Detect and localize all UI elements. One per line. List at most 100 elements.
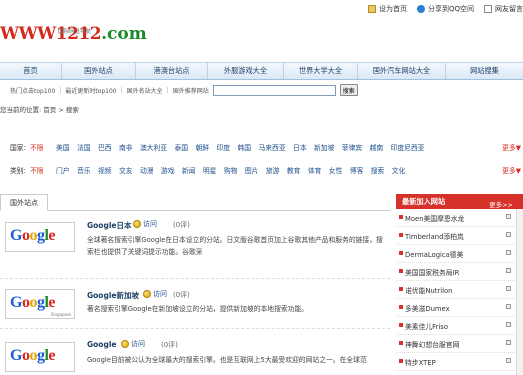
category-option[interactable]: 文化	[392, 165, 406, 175]
main-nav: 首页 国外站点 港澳台站点 外服游戏大全 世界大学大全 国外汽车网站大全 网站搜…	[0, 62, 523, 80]
country-option[interactable]: 澳大利亚	[140, 142, 167, 152]
category-option[interactable]: 视频	[98, 165, 112, 175]
globe-icon	[133, 220, 141, 228]
bullet-icon	[399, 305, 403, 309]
country-option[interactable]: 韩国	[237, 142, 251, 152]
recent-top100-link[interactable]: 最近更新时top100	[65, 86, 116, 95]
sidebar-item[interactable]: 美素佳儿Friso	[396, 317, 523, 335]
nav-item-foreign-cars[interactable]: 国外汽车网站大全	[358, 63, 446, 79]
share-qq-label: 分享到QQ空间	[427, 5, 474, 13]
sidebar-item[interactable]: 美国国家税务局IR	[396, 263, 523, 281]
category-option[interactable]: 明星	[203, 165, 217, 175]
country-option[interactable]: 朝鲜	[196, 142, 210, 152]
entry-title[interactable]: Google新加坡	[87, 290, 139, 301]
sidebar-item[interactable]: 诺优能Nutrilon	[396, 281, 523, 299]
country-more-button[interactable]: 更多▼	[502, 142, 521, 152]
category-option[interactable]: 旅游	[266, 165, 280, 175]
bullet-icon	[399, 323, 403, 327]
checkbox-icon	[506, 340, 511, 345]
google-logo[interactable]: Google	[5, 222, 75, 252]
google-logo[interactable]: Google	[5, 342, 75, 372]
sidebar-item[interactable]: 神舞幻想台服官网	[396, 335, 523, 353]
country-nolimit[interactable]: 不限	[30, 142, 50, 152]
search-input[interactable]	[212, 84, 336, 96]
category-option[interactable]: 女性	[329, 165, 343, 175]
sidebar-item[interactable]: 特步XTEP	[396, 353, 523, 371]
country-option[interactable]: 新加坡	[314, 142, 334, 152]
category-option[interactable]: 教育	[287, 165, 301, 175]
category-option[interactable]: 交友	[119, 165, 133, 175]
country-option[interactable]: 越南	[370, 142, 384, 152]
sidebar-item[interactable]: Timberland添柏岚	[396, 227, 523, 245]
list-item: Google Google 访问 (0评) Google目前被公认为全球最大的搜…	[0, 336, 390, 375]
category-option[interactable]: 图片	[245, 165, 259, 175]
checkbox-icon	[506, 304, 511, 309]
sidebar-scrollbar[interactable]	[516, 209, 523, 375]
nav-item-foreign-sites[interactable]: 国外站点	[62, 63, 136, 79]
sidebar-item[interactable]: DermaLogica德美	[396, 245, 523, 263]
search-button[interactable]: 搜索	[339, 84, 358, 96]
review-count: (0评)	[173, 221, 190, 229]
sidebar-more-link[interactable]: 更多>>	[489, 199, 513, 209]
list-item: Google Google日本 访问 (0评) 全球著名搜索引擎Google在日…	[0, 216, 390, 272]
checkbox-icon	[506, 358, 511, 363]
globe-icon	[121, 340, 129, 348]
category-option[interactable]: 博客	[350, 165, 364, 175]
entry-title[interactable]: Google	[87, 340, 117, 349]
review-count: (0评)	[161, 341, 178, 349]
sidebar-item[interactable]: Moen美国摩恩水龙	[396, 209, 523, 227]
set-homepage-link[interactable]: 设为首页	[367, 4, 407, 14]
category-option[interactable]: 门户	[56, 165, 70, 175]
home-icon	[367, 5, 376, 13]
nav-item-hk-macau-tw[interactable]: 港澳台站点	[136, 63, 208, 79]
country-option[interactable]: 马来西亚	[258, 142, 285, 152]
sidebar-item[interactable]: 多美滋Dumex	[396, 299, 523, 317]
category-option[interactable]: 购物	[224, 165, 238, 175]
country-option[interactable]: 法国	[77, 142, 91, 152]
sub-bar: 热门点击top100 | 最近更新时top100 | 国外名站大全 | 国外推荐…	[0, 82, 523, 98]
country-option[interactable]: 印度尼西亚	[391, 142, 425, 152]
tab-foreign-sites[interactable]: 国外站点	[0, 194, 48, 211]
checkbox-icon	[506, 286, 511, 291]
message-link[interactable]: 网友留言	[484, 4, 523, 14]
visit-link[interactable]: 访问	[133, 219, 157, 229]
category-option[interactable]: 体育	[308, 165, 322, 175]
category-option[interactable]: 新闻	[182, 165, 196, 175]
nav-item-site-collect[interactable]: 网站搜集	[446, 63, 523, 79]
category-filter-label: 类别:	[10, 167, 26, 175]
country-option[interactable]: 印度	[216, 142, 230, 152]
content-tab-row: 国外站点	[0, 194, 390, 211]
country-option[interactable]: 美国	[56, 142, 70, 152]
entry-description: 全球著名搜索引擎Google在日本设立的分站。日文版谷歌首页加上谷歌其他产品和服…	[87, 236, 383, 256]
logo-subtitle: 国际网址导航	[58, 29, 92, 35]
site-logo[interactable]: WWW1212.com 国际网址导航	[0, 24, 147, 54]
logo-suffix: .com	[101, 24, 147, 44]
country-option[interactable]: 巴西	[98, 142, 112, 152]
bullet-icon	[399, 215, 403, 219]
entry-title[interactable]: Google日本	[87, 220, 132, 231]
category-option[interactable]: 动漫	[140, 165, 154, 175]
bullet-icon	[399, 233, 403, 237]
nav-item-home[interactable]: 首页	[0, 63, 62, 79]
visit-link[interactable]: 访问	[143, 289, 167, 299]
checkbox-icon	[506, 250, 511, 255]
category-option[interactable]: 搜索	[371, 165, 385, 175]
google-logo[interactable]: Google Singapore	[5, 289, 75, 319]
country-option[interactable]: 日本	[293, 142, 307, 152]
country-option[interactable]: 泰国	[175, 142, 189, 152]
bullet-icon	[399, 269, 403, 273]
category-nolimit[interactable]: 不限	[30, 165, 50, 175]
nav-item-world-universities[interactable]: 世界大学大全	[284, 63, 358, 79]
category-option[interactable]: 音乐	[77, 165, 91, 175]
checkbox-icon	[506, 232, 511, 237]
category-option[interactable]: 游戏	[161, 165, 175, 175]
visit-link[interactable]: 访问	[121, 339, 145, 349]
share-qq-link[interactable]: 分享到QQ空间	[416, 4, 474, 14]
recommended-sites-link[interactable]: 国外推荐网站	[173, 86, 209, 95]
nav-item-foreign-games[interactable]: 外服游戏大全	[208, 63, 284, 79]
hot-top100-link[interactable]: 热门点击top100	[10, 86, 55, 95]
country-option[interactable]: 菲律宾	[342, 142, 362, 152]
category-more-button[interactable]: 更多▼	[502, 165, 521, 175]
famous-sites-link[interactable]: 国外名站大全	[127, 86, 163, 95]
country-option[interactable]: 南非	[119, 142, 133, 152]
